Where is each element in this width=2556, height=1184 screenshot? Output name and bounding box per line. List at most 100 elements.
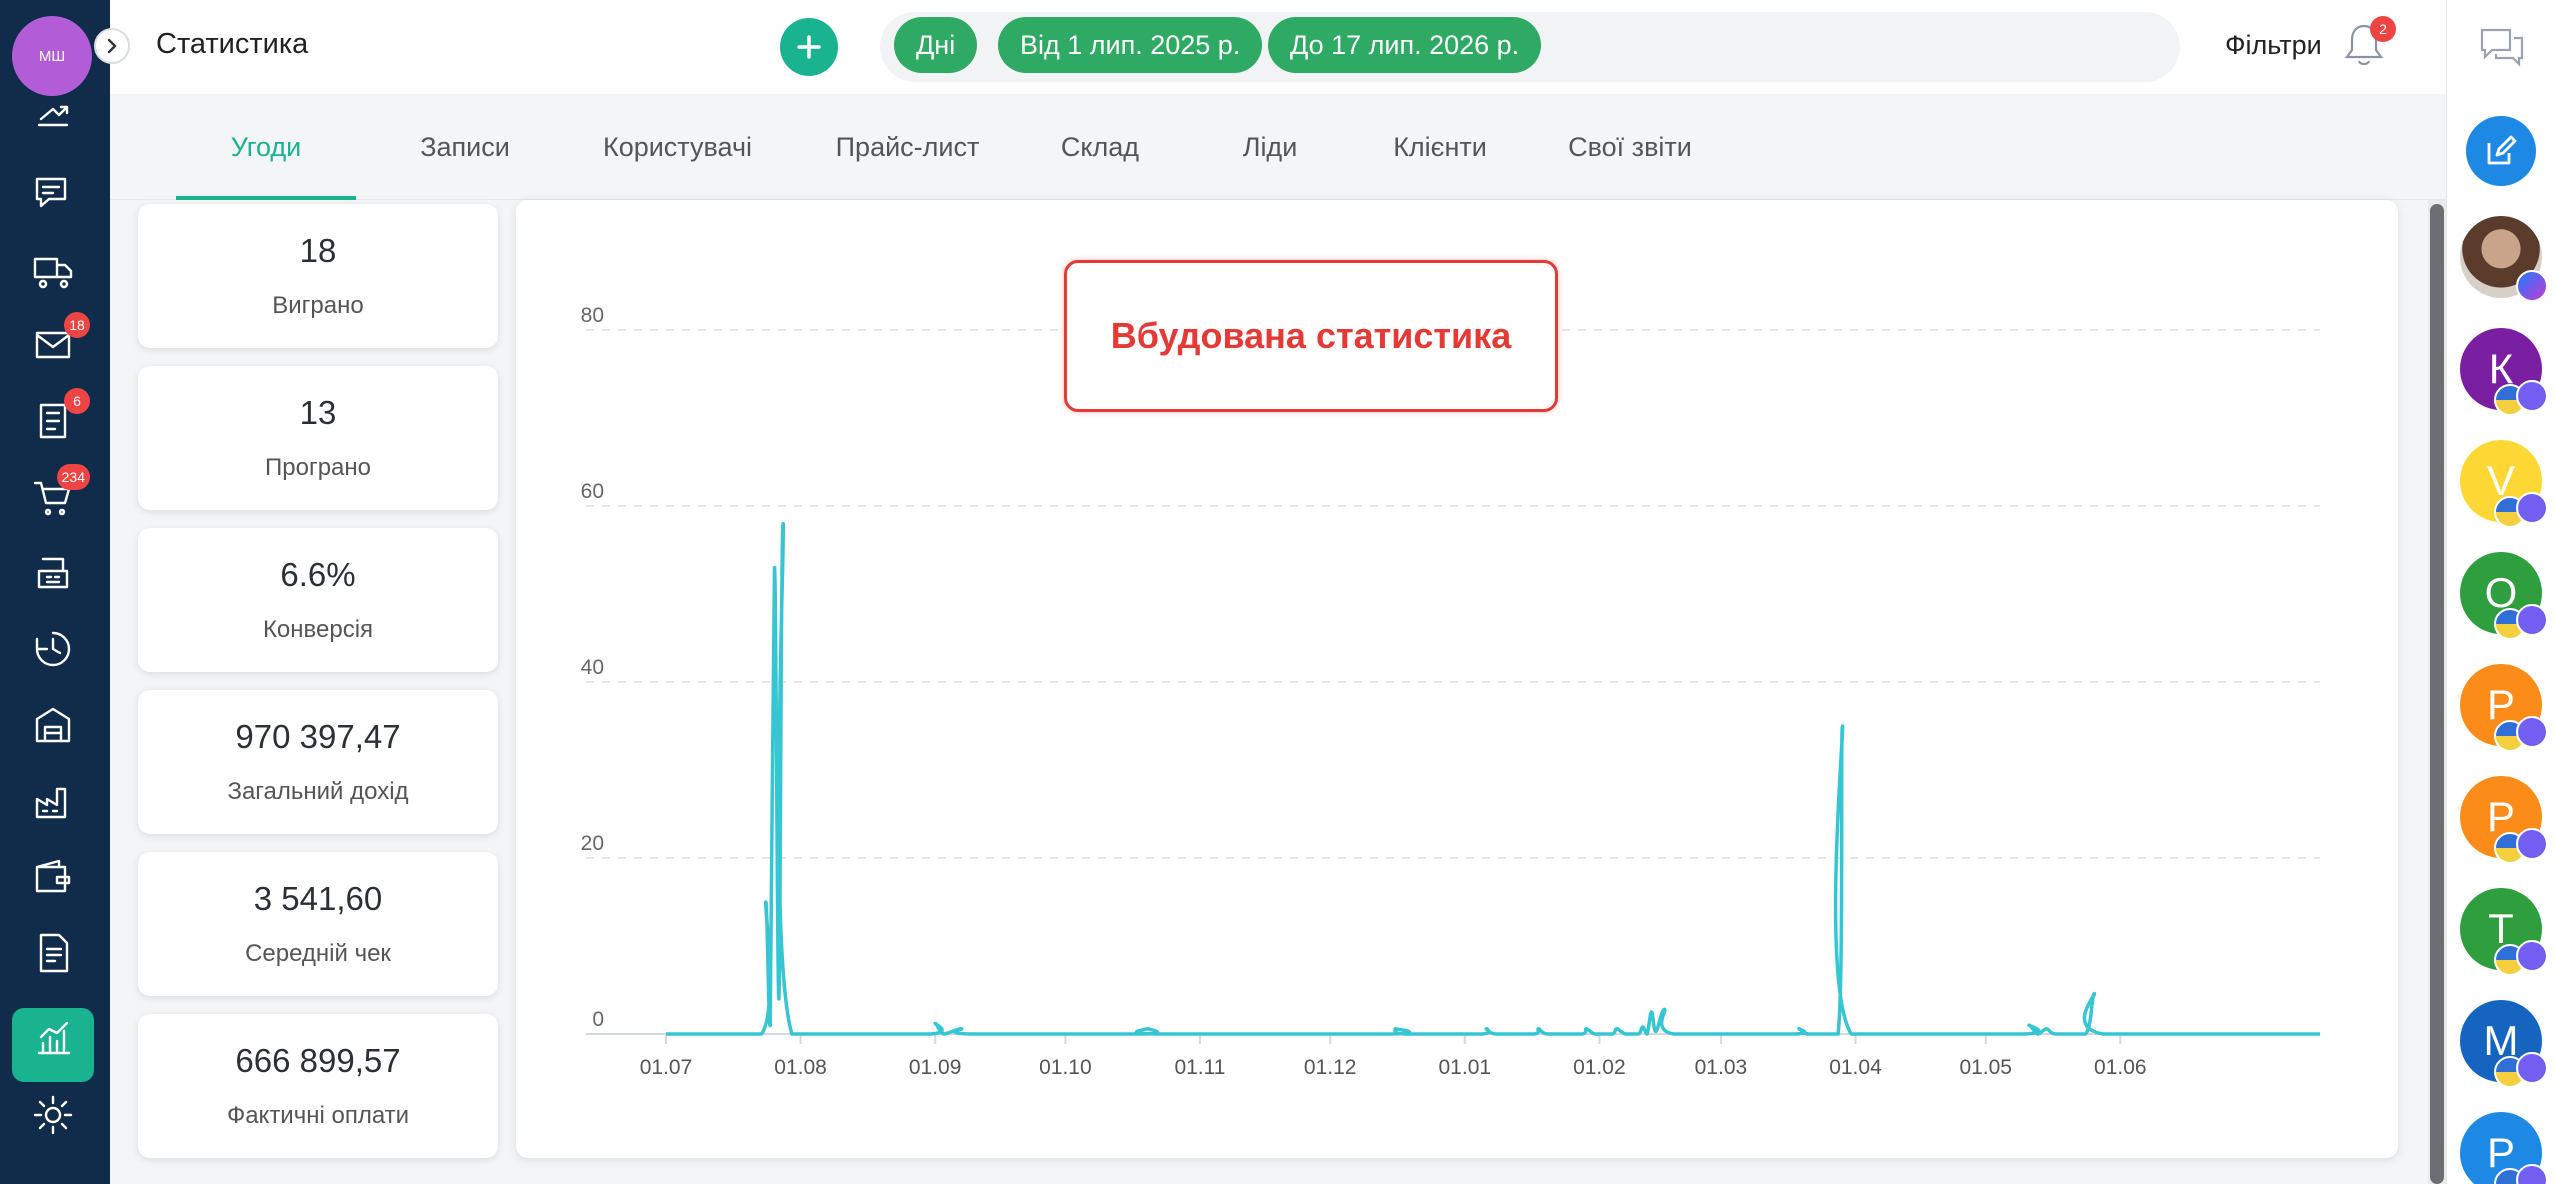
y-tick-label: 60 [581, 480, 604, 503]
sidebar-item-statistics-chart[interactable] [28, 1012, 78, 1062]
sidebar-item-mail[interactable]: 18 [28, 312, 90, 370]
report-tabs: Угоди Записи Користувачі Прайс-лист Скла… [110, 94, 2446, 200]
contact-avatar[interactable]: V [2460, 440, 2548, 528]
chats-button[interactable] [2478, 24, 2530, 74]
viber-icon [2516, 940, 2548, 972]
viber-icon [2516, 828, 2548, 860]
page-title: Статистика [156, 28, 309, 60]
stat-label: Середній чек [245, 940, 391, 967]
contact-avatar[interactable] [2460, 216, 2548, 302]
user-avatar[interactable]: МШ [12, 16, 92, 96]
date-to-chip[interactable]: До 17 лип. 2026 р. [1268, 17, 1542, 73]
history-clock-icon [35, 631, 71, 667]
x-tick-label: 01.05 [1959, 1056, 2012, 1079]
viber-icon [2516, 492, 2548, 524]
sidebar-badge: 6 [64, 388, 90, 414]
sidebar-item-chat[interactable] [28, 168, 78, 218]
y-tick-label: 80 [581, 304, 604, 327]
sidebar-badge: 234 [56, 464, 90, 490]
contact-avatar[interactable]: Т [2460, 888, 2548, 976]
x-tick-label: 01.07 [640, 1056, 693, 1079]
sidebar-item-cash-register[interactable] [28, 548, 78, 598]
viber-icon [2516, 716, 2548, 748]
cash-register-icon [37, 557, 69, 589]
stat-card-average-check: 3 541,60 Середній чек [138, 852, 498, 996]
chat-bubbles-icon [2480, 28, 2524, 67]
stat-value: 666 899,57 [235, 1042, 401, 1079]
sidebar-item-payments[interactable] [28, 92, 78, 142]
stat-label: Загальний дохід [227, 778, 409, 805]
y-tick-label: 0 [592, 1008, 604, 1031]
sidebar-badge: 18 [64, 312, 90, 338]
stat-card-conversion: 6.6% Конверсія [138, 528, 498, 672]
sidebar-item-warehouse-box[interactable] [28, 700, 78, 750]
add-button[interactable] [780, 18, 838, 76]
stat-value: 13 [299, 394, 337, 431]
contact-avatar[interactable]: Р [2460, 1112, 2548, 1184]
tab-warehouse[interactable]: Склад [1010, 94, 1190, 200]
chevron-right-icon [107, 38, 117, 54]
top-header: Статистика Дні Від 1 лип. 2025 р. До 17 … [110, 0, 2446, 94]
sidebar-item-wallet[interactable] [28, 852, 78, 902]
viber-icon [2516, 380, 2548, 412]
sidebar-item-settings-gear[interactable] [28, 1090, 78, 1140]
x-tick-label: 01.04 [1829, 1056, 1882, 1079]
x-tick-label: 01.06 [2094, 1056, 2147, 1079]
tab-deals[interactable]: Угоди [176, 94, 356, 200]
x-tick-label: 01.11 [1174, 1056, 1225, 1079]
statistics-chart-icon [37, 1021, 71, 1055]
scrollbar-thumb[interactable] [2430, 204, 2444, 1184]
settings-gear-icon [33, 1095, 73, 1135]
tab-users[interactable]: Користувачі [565, 94, 790, 200]
sidebar-item-delivery-truck[interactable] [28, 244, 78, 294]
viber-icon [2516, 604, 2548, 636]
chat-icon [35, 177, 67, 208]
stat-value: 970 397,47 [235, 718, 401, 755]
sidebar-item-factory[interactable] [28, 776, 78, 826]
y-tick-label: 40 [581, 656, 604, 679]
plus-icon [797, 35, 821, 59]
contact-avatar[interactable]: Р [2460, 664, 2548, 752]
delivery-truck-icon [33, 257, 73, 289]
stat-value: 3 541,60 [253, 880, 383, 917]
tab-leads[interactable]: Ліди [1185, 94, 1355, 200]
warehouse-box-icon [35, 707, 71, 743]
filters-button[interactable]: Фільтри [2225, 30, 2322, 61]
contact-avatar[interactable]: М [2460, 1000, 2548, 1088]
compose-button[interactable] [2466, 116, 2536, 186]
stat-value: 18 [299, 232, 337, 269]
notifications-badge: 2 [2370, 16, 2396, 42]
stat-label: Виграно [272, 292, 364, 319]
sidebar-item-history-clock[interactable] [28, 624, 78, 674]
collapse-sidebar-button[interactable] [94, 28, 130, 64]
sidebar-item-report-document[interactable] [28, 928, 78, 978]
tab-clients[interactable]: Клієнти [1335, 94, 1545, 200]
contact-avatar[interactable]: Р [2460, 776, 2548, 864]
date-from-chip[interactable]: Від 1 лип. 2025 р. [998, 17, 1263, 73]
x-tick-label: 01.10 [1039, 1056, 1092, 1079]
payments-icon [37, 105, 69, 127]
notifications-button[interactable]: 2 [2342, 16, 2396, 72]
tab-records[interactable]: Записи [380, 94, 550, 200]
tab-custom-reports[interactable]: Свої звіти [1525, 94, 1735, 200]
contact-avatar[interactable]: К [2460, 328, 2548, 416]
left-sidebar: МШ 18 6 234 [0, 0, 110, 1184]
x-tick-label: 01.01 [1439, 1056, 1492, 1079]
series-line [665, 521, 2320, 1036]
edit-icon [2487, 135, 2517, 165]
contact-avatar[interactable]: О [2460, 552, 2548, 640]
x-tick-label: 01.03 [1695, 1056, 1748, 1079]
stat-card-actual-payments: 666 899,57 Фактичні оплати [138, 1014, 498, 1158]
stat-card-won: 18 Виграно [138, 204, 498, 348]
messenger-icon [2516, 270, 2548, 302]
report-document-icon [39, 933, 69, 973]
x-tick-label: 01.08 [774, 1056, 827, 1079]
sidebar-item-tasks[interactable]: 6 [28, 388, 90, 446]
tab-price-list[interactable]: Прайс-лист [800, 94, 1015, 200]
period-chip[interactable]: Дні [894, 17, 978, 73]
viber-icon [2516, 1052, 2548, 1084]
stat-value: 6.6% [280, 556, 356, 593]
x-tick-label: 01.09 [909, 1056, 962, 1079]
y-tick-label: 20 [581, 832, 604, 855]
sidebar-item-cart[interactable]: 234 [28, 464, 90, 522]
